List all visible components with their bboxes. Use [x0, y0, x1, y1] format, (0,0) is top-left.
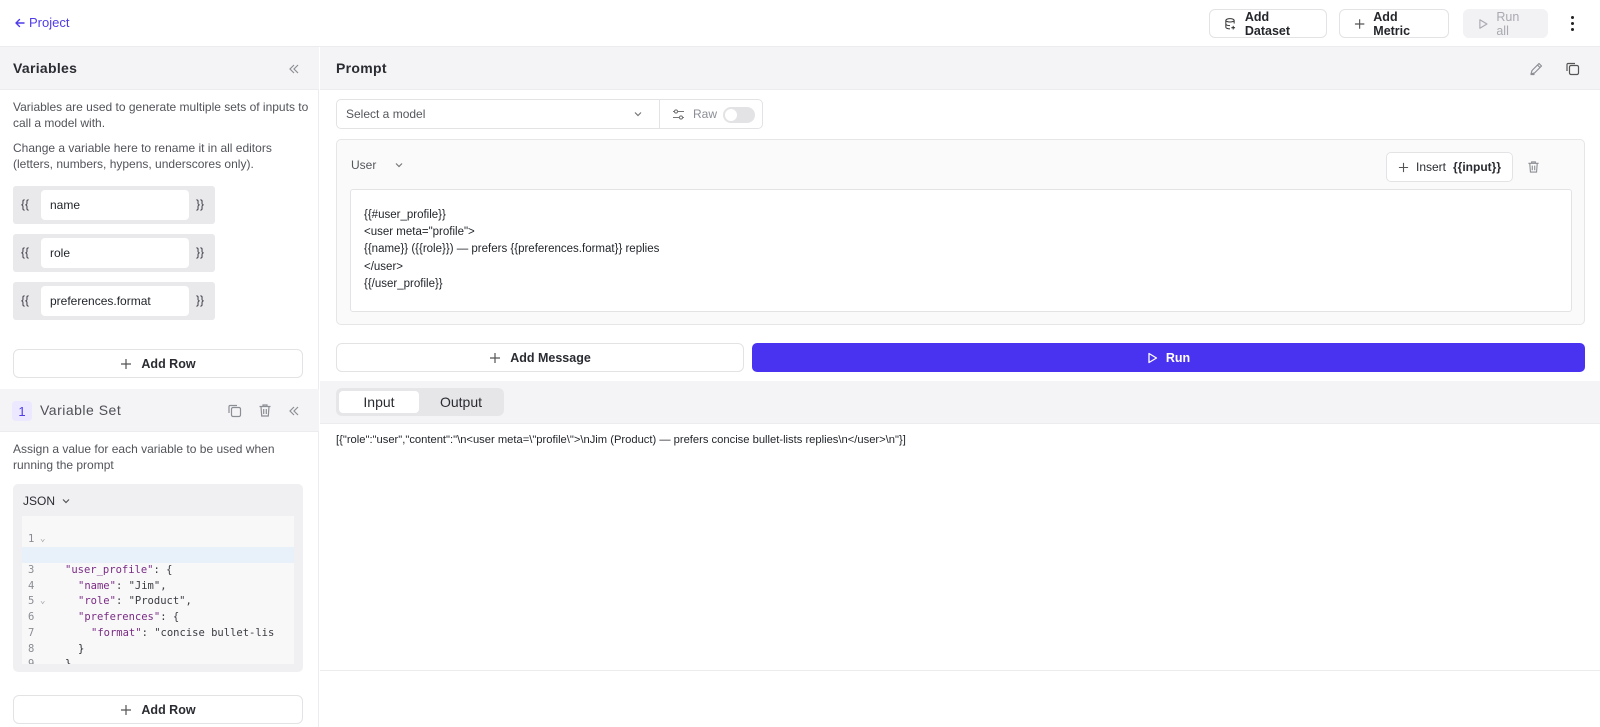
- model-placeholder: Select a model: [346, 107, 426, 121]
- insert-token: {{input}}: [1453, 160, 1501, 174]
- arrow-left-icon: [15, 18, 25, 27]
- edit-icon[interactable]: [1529, 61, 1544, 76]
- json-editor-panel: JSON 1⌄ { 2⌄ "user_profile": { 3 "name":…: [13, 484, 303, 672]
- divider: [320, 670, 1600, 671]
- insert-label: Insert: [1415, 160, 1446, 174]
- run-label: Run: [1165, 350, 1191, 365]
- code-line: 9 }: [22, 642, 294, 664]
- run-all-button[interactable]: Run all: [1463, 9, 1548, 38]
- variable-set-title: Variable Set: [40, 402, 122, 418]
- copy-icon[interactable]: [227, 403, 242, 418]
- raw-label: Raw: [693, 107, 718, 121]
- add-row-label: Add Row: [141, 356, 196, 371]
- database-icon: [1225, 17, 1236, 30]
- add-variable-set-row-button[interactable]: Add Row: [13, 695, 303, 724]
- plus-icon: [121, 704, 132, 715]
- trash-icon[interactable]: [1527, 160, 1540, 174]
- insert-input-button[interactable]: Insert {{input}}: [1386, 152, 1513, 182]
- code-line: 2⌄ "user_profile": {: [22, 532, 294, 576]
- io-tabs: Input Output: [336, 388, 504, 416]
- collapse-icon[interactable]: [288, 405, 300, 417]
- tab-output[interactable]: Output: [421, 391, 501, 413]
- variable-name-input[interactable]: [41, 286, 189, 316]
- close-brace: }}: [196, 197, 205, 211]
- role-select[interactable]: User: [351, 158, 404, 172]
- prompt-header: Prompt: [320, 47, 1600, 90]
- copy-icon[interactable]: [1565, 61, 1580, 76]
- prompt-line: <user meta="profile">: [364, 226, 475, 239]
- variable-name-input[interactable]: [41, 190, 189, 220]
- input-preview-text: [{"role":"user","content":"\n<user meta=…: [336, 434, 906, 446]
- json-code-editor[interactable]: 1⌄ { 2⌄ "user_profile": { 3 "name": "Jim…: [22, 516, 294, 664]
- code-line: 8 }: [22, 626, 294, 664]
- prompt-title: Prompt: [336, 60, 387, 76]
- code-line: 4 "role": "Product",: [22, 563, 294, 608]
- close-brace: }}: [196, 293, 205, 307]
- add-message-label: Add Message: [510, 350, 591, 365]
- play-icon: [1148, 352, 1157, 363]
- add-variable-row-button[interactable]: Add Row: [13, 349, 303, 378]
- model-bar: Select a model Raw: [336, 99, 763, 129]
- open-brace: {{: [21, 245, 30, 259]
- prompt-panel: Prompt Select a model Raw User Insert {{…: [320, 47, 1600, 727]
- code-line-active: 3 "name": "Jim",: [22, 547, 294, 592]
- prompt-line: {{/user_profile}}: [364, 277, 443, 290]
- play-icon: [1479, 18, 1488, 29]
- left-panel: Variables Variables are used to generate…: [0, 47, 319, 727]
- role-label: User: [351, 158, 377, 172]
- plus-icon: [121, 358, 132, 369]
- raw-toggle[interactable]: [723, 107, 755, 123]
- model-select[interactable]: Select a model: [337, 100, 660, 128]
- add-metric-button[interactable]: Add Metric: [1339, 9, 1449, 38]
- back-link-label: Project: [29, 15, 70, 30]
- message-card: User Insert {{input}} {{#user_profile}} …: [336, 139, 1585, 325]
- open-brace: {{: [21, 293, 30, 307]
- top-bar: Project Add Dataset Add Metric Run all: [0, 0, 1600, 47]
- add-dataset-button[interactable]: Add Dataset: [1209, 9, 1327, 38]
- close-brace: }}: [196, 245, 205, 259]
- line-number: 9: [22, 657, 52, 664]
- format-label: JSON: [23, 494, 56, 508]
- variable-set-number: 1: [12, 401, 32, 421]
- code-line: 1⌄ {: [22, 516, 294, 561]
- variables-rename-help-text: Change a variable here to rename it in a…: [13, 141, 272, 171]
- variables-header: Variables: [0, 47, 319, 90]
- trash-icon[interactable]: [258, 403, 272, 418]
- tab-input[interactable]: Input: [339, 391, 419, 413]
- variable-row: {{ }}: [13, 282, 215, 320]
- plus-icon: [1398, 162, 1409, 172]
- prompt-line: </user>: [364, 260, 403, 273]
- more-options-icon[interactable]: [1565, 12, 1579, 34]
- variables-help-text: Variables are used to generate multiple …: [13, 100, 309, 130]
- add-dataset-label: Add Dataset: [1244, 9, 1291, 38]
- collapse-icon[interactable]: [288, 63, 300, 75]
- add-row-label: Add Row: [141, 702, 196, 717]
- variable-set-header: 1 Variable Set: [0, 389, 319, 432]
- code-line: 7 }: [22, 610, 294, 655]
- open-brace: {{: [21, 197, 30, 211]
- variable-set-help-text: Assign a value for each variable to be u…: [13, 442, 275, 472]
- prompt-line: {{#user_profile}}: [364, 209, 446, 221]
- prompt-line: {{name}} ({{role}}) — prefers {{preferen…: [364, 243, 660, 256]
- prompt-editor[interactable]: {{#user_profile}} <user meta="profile"> …: [350, 189, 1572, 312]
- code-line: 5 ⌄ "preferences": {: [22, 579, 294, 623]
- run-all-label: Run all: [1496, 9, 1520, 38]
- add-message-button[interactable]: Add Message: [336, 343, 744, 372]
- plus-icon: [490, 352, 501, 363]
- variable-row: {{ }}: [13, 234, 215, 272]
- variable-row: {{ }}: [13, 186, 215, 224]
- plus-icon: [1354, 18, 1365, 29]
- add-metric-label: Add Metric: [1373, 9, 1411, 38]
- chevron-down-icon: [62, 499, 70, 504]
- variables-title: Variables: [13, 60, 78, 76]
- variable-name-input[interactable]: [41, 238, 189, 268]
- chevron-down-icon: [395, 163, 403, 168]
- code-line: 6 "format": "concise bullet-lis: [22, 594, 294, 639]
- settings-sliders-icon[interactable]: [672, 108, 685, 121]
- format-select[interactable]: JSON: [23, 494, 71, 508]
- run-button[interactable]: Run: [752, 343, 1585, 372]
- io-header: Input Output: [320, 381, 1600, 424]
- back-to-project-link[interactable]: Project: [14, 15, 69, 30]
- chevron-down-icon: [634, 112, 642, 117]
